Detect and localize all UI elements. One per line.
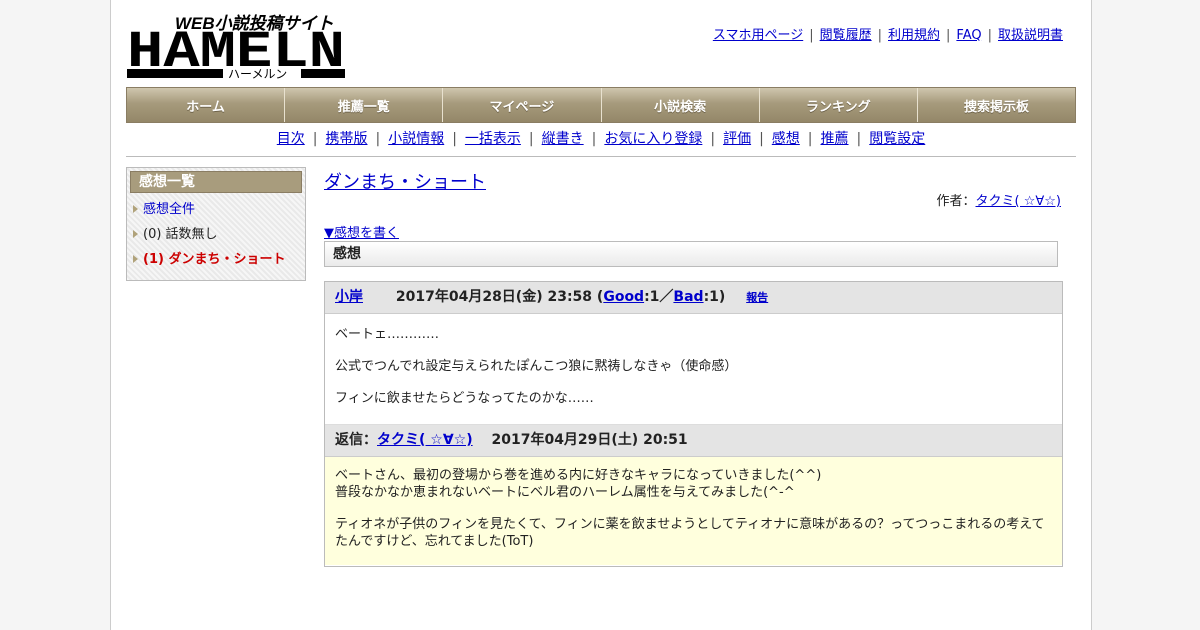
page-container: WEB小説投稿サイト HAMELN ハーメルン スマホ用ページ | 閲覧履歴 | 利用規… bbox=[110, 0, 1092, 630]
review-date: 2017年04月28日(金) 23:58 bbox=[395, 289, 593, 305]
logo-graphic: WEB小説投稿サイト HAMELN ハーメルン bbox=[127, 14, 345, 80]
sidebar-item-label: (0) 話数無し bbox=[143, 227, 218, 242]
main-nav: ホーム 推薦一覧 マイページ 小説検索 ランキング 捜索掲示板 bbox=[126, 87, 1076, 123]
subnav-mobile[interactable]: 携帯版 bbox=[325, 131, 367, 147]
terms-link[interactable]: 利用規約 bbox=[888, 28, 940, 43]
logo-kana: ハーメルン bbox=[228, 67, 287, 80]
review-paragraph: フィンに飲ませたらどうなってたのかな…… bbox=[335, 391, 594, 406]
bad-count: :1) bbox=[703, 289, 726, 305]
top-links: スマホ用ページ | 閲覧履歴 | 利用規約 | FAQ | 取扱説明書 bbox=[712, 28, 1063, 43]
review-paragraph: 公式でつんでれ設定与えられたぽんこつ狼に黙祷しなきゃ（使命感） bbox=[335, 359, 738, 374]
history-link[interactable]: 閲覧履歴 bbox=[820, 28, 872, 43]
good-count: :1／ bbox=[644, 289, 674, 305]
reviewer-link[interactable]: 小岸 bbox=[335, 289, 363, 305]
sidebar-item-all[interactable]: 感想全件 bbox=[127, 201, 305, 218]
sidebar-item-all-link[interactable]: 感想全件 bbox=[143, 202, 195, 217]
subnav-rating[interactable]: 評価 bbox=[723, 131, 751, 147]
report-link[interactable]: 報告 bbox=[746, 291, 768, 304]
reply-line: 普段なかなか恵まれないベートにベル君のハーレム属性を与えてみました(^-^ bbox=[335, 485, 795, 500]
triangle-bullet-icon bbox=[133, 255, 138, 263]
manual-link[interactable]: 取扱説明書 bbox=[998, 28, 1063, 43]
subnav-view-settings[interactable]: 閲覧設定 bbox=[869, 131, 925, 147]
reply-body: ベートさん、最初の登場から巻を進める内に好きなキャラになっていきました(^^) … bbox=[325, 457, 1062, 565]
nav-novel-search[interactable]: 小説検索 bbox=[602, 88, 760, 122]
good-vote-link[interactable]: Good bbox=[603, 289, 644, 305]
reply-label: 返信： bbox=[335, 432, 377, 448]
reply-date: 2017年04月29日(土) 20:51 bbox=[491, 432, 688, 448]
author-label: 作者： bbox=[936, 194, 976, 209]
novel-sub-nav: 目次 | 携帯版 | 小説情報 | 一括表示 | 縦書き | お気に入り登録 | 評価 | 感想 | 推薦 | 閲覧… bbox=[276, 131, 926, 147]
review-card: 小岸 2017年04月28日(金) 23:58 (Good:1／Bad:1) 報… bbox=[324, 281, 1063, 567]
write-review-link[interactable]: ▼感想を書く bbox=[324, 222, 399, 241]
subnav-novel-info[interactable]: 小説情報 bbox=[388, 131, 444, 147]
triangle-bullet-icon bbox=[133, 230, 138, 238]
triangle-bullet-icon bbox=[133, 205, 138, 213]
novel-title-link[interactable]: ダンまち・ショート bbox=[324, 168, 486, 194]
author-link[interactable]: タクミ( ☆∀☆) bbox=[976, 194, 1061, 209]
smartphone-page-link[interactable]: スマホ用ページ bbox=[713, 28, 803, 43]
sidebar-title: 感想一覧 bbox=[130, 171, 302, 193]
site-logo[interactable]: WEB小説投稿サイト HAMELN ハーメルン bbox=[127, 10, 347, 80]
review-paragraph: ベートェ………… bbox=[335, 327, 440, 342]
faq-link[interactable]: FAQ bbox=[956, 28, 981, 43]
reply-header: 返信：タクミ( ☆∀☆) 2017年04月29日(土) 20:51 bbox=[325, 424, 1062, 457]
author-line: 作者：タクミ( ☆∀☆) bbox=[937, 190, 1062, 209]
review-sidebar: 感想一覧 感想全件 (0) 話数無し (1) ダンまち・ショート bbox=[126, 167, 306, 281]
nav-home[interactable]: ホーム bbox=[127, 88, 286, 122]
subnav-vertical[interactable]: 縦書き bbox=[542, 131, 584, 147]
divider bbox=[126, 156, 1076, 157]
subnav-reviews[interactable]: 感想 bbox=[772, 131, 800, 147]
subnav-favorite[interactable]: お気に入り登録 bbox=[604, 131, 702, 147]
sidebar-item-label: (1) ダンまち・ショート bbox=[143, 252, 286, 267]
review-body: ベートェ………… 公式でつんでれ設定与えられたぽんこつ狼に黙祷しなきゃ（使命感）… bbox=[325, 314, 1062, 424]
nav-search-board[interactable]: 捜索掲示板 bbox=[918, 88, 1075, 122]
section-heading: 感想 bbox=[324, 241, 1058, 267]
bad-vote-link[interactable]: Bad bbox=[673, 289, 703, 305]
subnav-recommend[interactable]: 推薦 bbox=[821, 131, 849, 147]
sidebar-item-current: (1) ダンまち・ショート bbox=[127, 251, 305, 268]
reply-line: ティオネが子供のフィンを見たくて、フィンに薬を飲ませようとしてティオナに意味があ… bbox=[335, 517, 1045, 549]
nav-recommend-list[interactable]: 推薦一覧 bbox=[285, 88, 444, 122]
review-header: 小岸 2017年04月28日(金) 23:58 (Good:1／Bad:1) 報… bbox=[325, 282, 1062, 314]
subnav-toc[interactable]: 目次 bbox=[277, 131, 305, 147]
reply-line: ベートさん、最初の登場から巻を進める内に好きなキャラになっていきました(^^) bbox=[335, 468, 822, 483]
sidebar-item-no-episode: (0) 話数無し bbox=[127, 226, 305, 243]
subnav-view-all[interactable]: 一括表示 bbox=[465, 131, 521, 147]
nav-mypage[interactable]: マイページ bbox=[443, 88, 602, 122]
nav-ranking[interactable]: ランキング bbox=[760, 88, 918, 122]
reply-author-link[interactable]: タクミ( ☆∀☆) bbox=[377, 432, 473, 448]
